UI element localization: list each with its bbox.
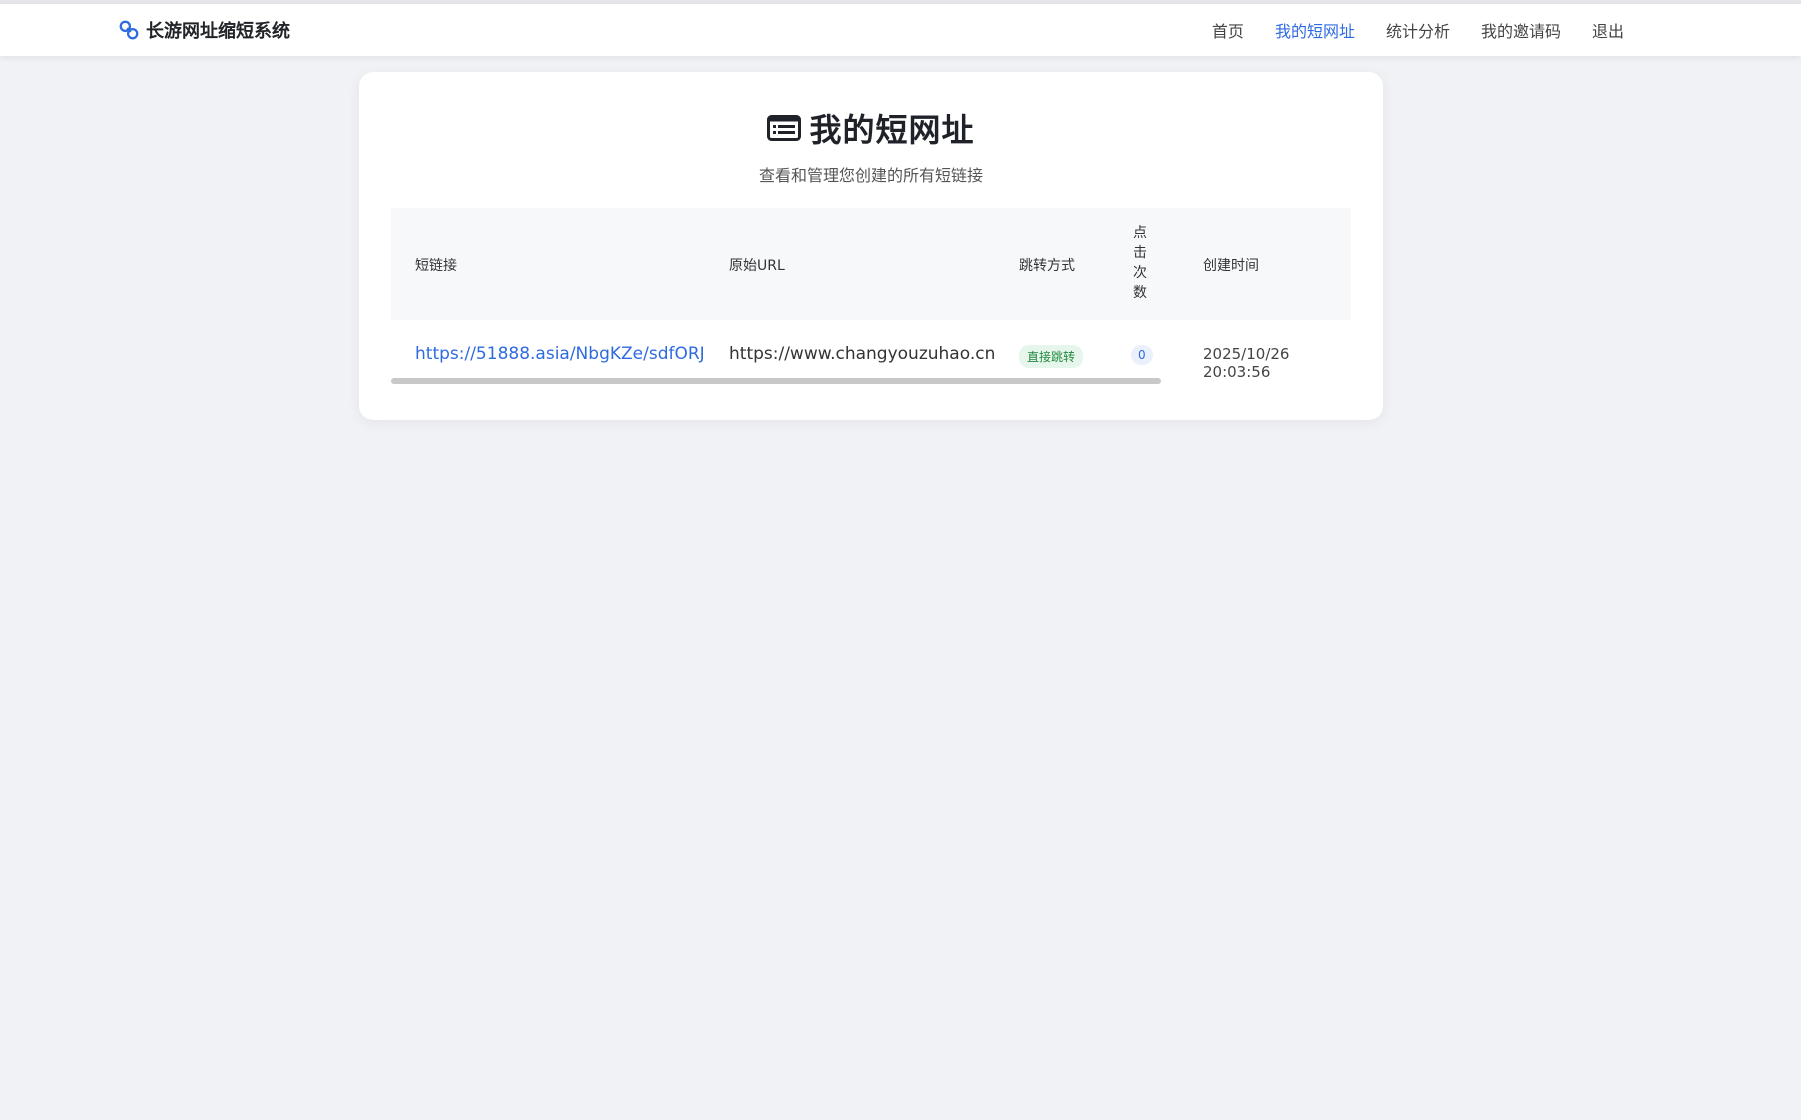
- header-short-link: 短链接: [415, 258, 457, 274]
- horizontal-scrollbar[interactable]: [391, 378, 1161, 384]
- nav-statistics[interactable]: 统计分析: [1386, 18, 1450, 42]
- main-card: 我的短网址 查看和管理您创建的所有短链接 短链接 原始URL 跳转方式 点击次数…: [359, 72, 1383, 420]
- table-header: 短链接 原始URL 跳转方式 点击次数 创建时间: [391, 208, 1351, 320]
- nav-home[interactable]: 首页: [1212, 18, 1244, 42]
- nav-links: 首页 我的短网址 统计分析 我的邀请码 退出: [1181, 4, 1624, 56]
- redirect-mode-badge: 直接跳转: [1019, 345, 1084, 368]
- header-clicks: 点击次数: [1133, 225, 1147, 301]
- nav-logout[interactable]: 退出: [1592, 18, 1624, 42]
- nav-invite-codes[interactable]: 我的邀请码: [1481, 18, 1561, 42]
- list-icon: [767, 115, 802, 141]
- short-url-table: 短链接 原始URL 跳转方式 点击次数 创建时间 https://51888.a…: [391, 208, 1351, 390]
- page-title: 我的短网址: [809, 111, 975, 149]
- nav-my-short-urls[interactable]: 我的短网址: [1275, 18, 1355, 42]
- header-original-url: 原始URL: [729, 258, 785, 274]
- clicks-badge: 0: [1131, 345, 1153, 365]
- navbar: 长游网址缩短系统 首页 我的短网址 统计分析 我的邀请码 退出: [0, 4, 1801, 56]
- original-url: https://www.changyouzuhao.cn: [729, 344, 996, 364]
- page-subtitle: 查看和管理您创建的所有短链接: [758, 166, 983, 185]
- created-at: 2025/10/26 20:03:56: [1203, 345, 1290, 381]
- header-redirect-mode: 跳转方式: [1019, 258, 1075, 274]
- brand[interactable]: 长游网址缩短系统: [118, 4, 290, 56]
- brand-title: 长游网址缩短系统: [146, 21, 290, 42]
- page-header: 我的短网址: [359, 108, 1383, 149]
- header-created-at: 创建时间: [1203, 258, 1259, 274]
- short-link[interactable]: https://51888.asia/NbgKZe/sdfORJ: [415, 344, 705, 364]
- link-icon: [119, 20, 139, 40]
